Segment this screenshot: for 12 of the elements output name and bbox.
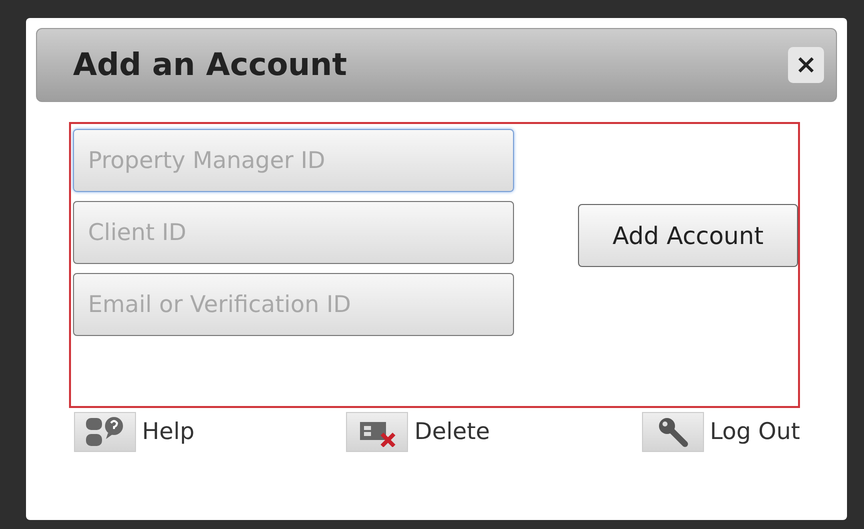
add-account-button[interactable]: Add Account	[578, 204, 798, 267]
dialog-title: Add an Account	[73, 47, 347, 83]
link-label[interactable]: Delete	[414, 419, 490, 445]
input-field[interactable]: Email or Verification ID	[73, 273, 514, 336]
input-field[interactable]: Property Manager ID	[73, 129, 514, 192]
link-label[interactable]: Help	[142, 419, 194, 445]
logout-icon-button[interactable]	[642, 412, 704, 452]
delete-icon-button[interactable]	[346, 412, 408, 452]
input-field[interactable]: Client ID	[73, 201, 514, 264]
link-label[interactable]: Log Out	[710, 419, 800, 445]
help-icon-button[interactable]	[74, 412, 136, 452]
close-button[interactable]: ×	[788, 47, 824, 83]
